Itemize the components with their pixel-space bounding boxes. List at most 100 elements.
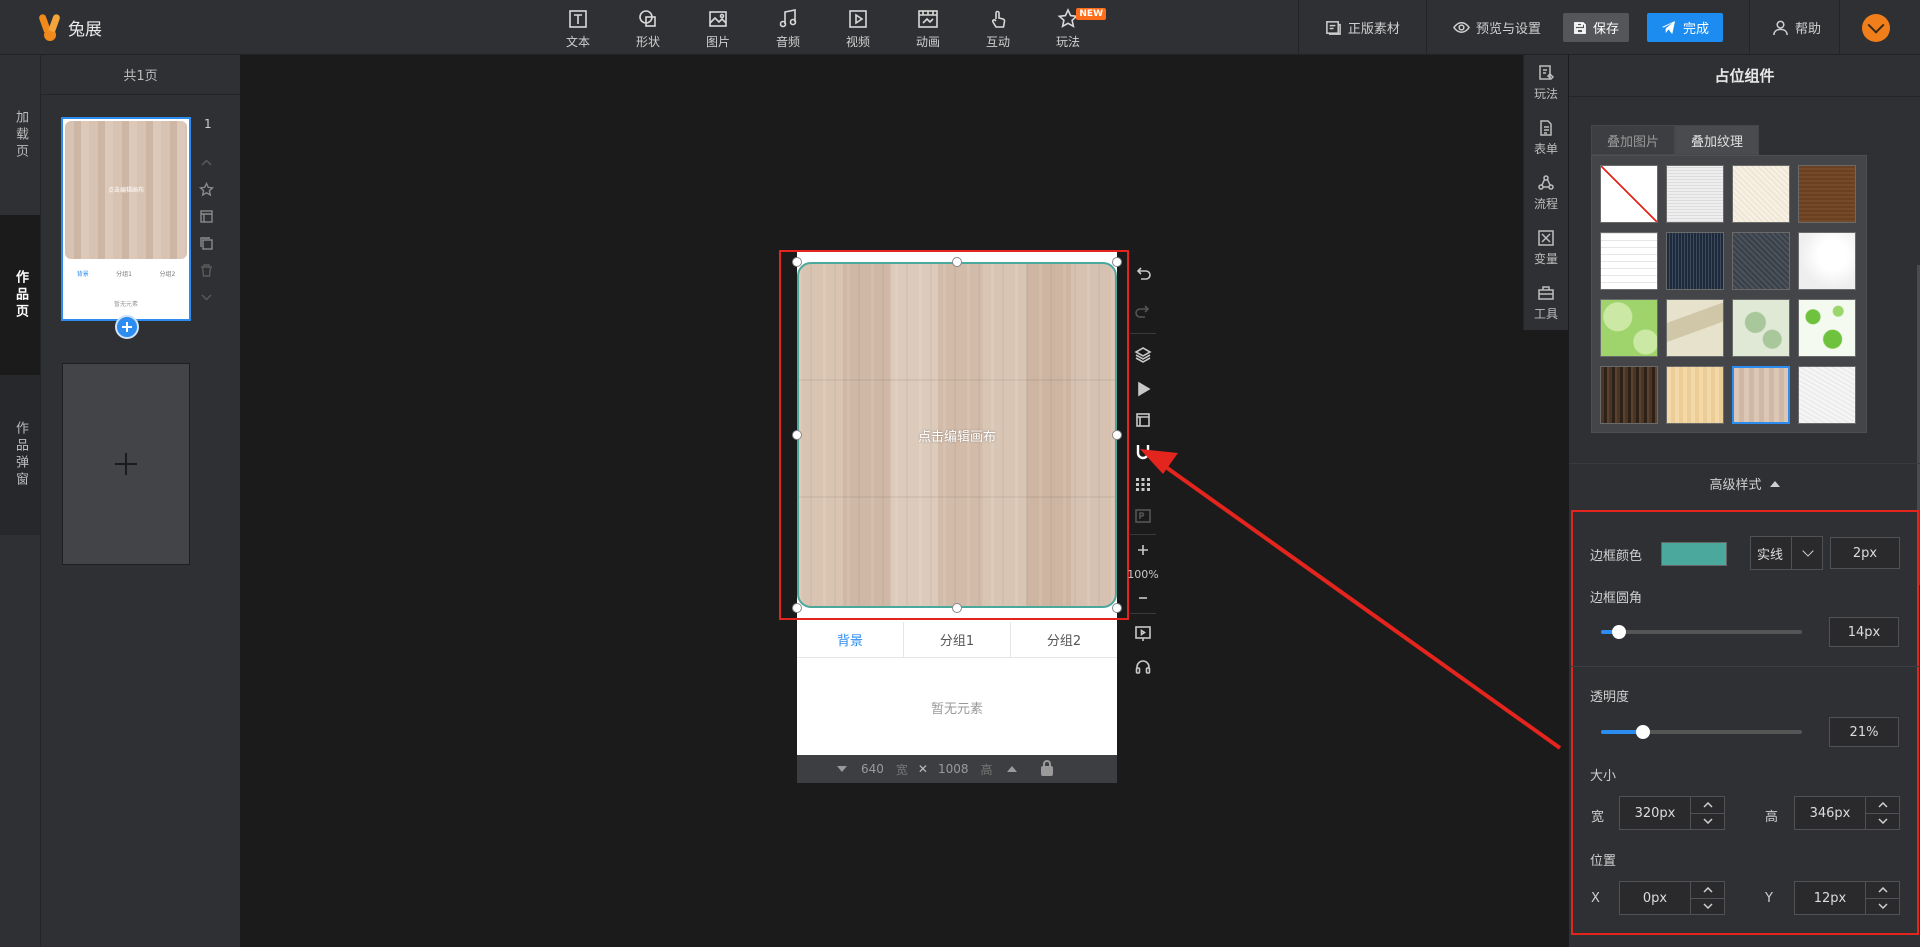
copy-page-button[interactable] <box>199 236 214 255</box>
decrement-button[interactable] <box>1866 899 1899 915</box>
tab-work-popup[interactable]: 作品弹窗 <box>0 375 40 535</box>
width-stepper[interactable]: 320px <box>1619 796 1725 830</box>
add-page-button[interactable] <box>62 363 190 565</box>
grid-button[interactable] <box>1127 468 1159 500</box>
copyright-materials-button[interactable]: 正版素材 <box>1299 0 1426 55</box>
add-page-after-button[interactable] <box>115 315 139 339</box>
zoom-in-button[interactable] <box>1127 537 1159 563</box>
border-radius-slider[interactable] <box>1601 625 1802 639</box>
tool-gameplay[interactable]: 玩法 NEW <box>1050 8 1106 50</box>
tab-loading-page[interactable]: 加载页 <box>0 55 40 215</box>
canvas-height[interactable]: 1008 <box>938 762 969 776</box>
texture-swatch[interactable] <box>1600 299 1658 357</box>
tool-shape[interactable]: 形状 <box>630 8 666 50</box>
done-button[interactable]: 完成 <box>1646 13 1723 42</box>
page-thumbnail[interactable]: 点击编辑画布 背景 分组1 分组2 暂无元素 <box>61 117 191 339</box>
move-down-button[interactable] <box>199 290 214 309</box>
texture-swatch[interactable] <box>1798 165 1856 223</box>
tutorial-icon <box>1135 626 1151 641</box>
right-side-menu: 玩法 表单 流程 变量 工具 <box>1523 55 1568 330</box>
side-gameplay[interactable]: 玩法 <box>1524 55 1568 110</box>
tab-background[interactable]: 背景 <box>797 622 904 657</box>
texture-swatch[interactable] <box>1732 165 1790 223</box>
caret-up-icon[interactable] <box>1006 766 1017 772</box>
tab-group-2[interactable]: 分组2 <box>1011 622 1117 657</box>
texture-swatch[interactable] <box>1798 232 1856 290</box>
side-flow[interactable]: 流程 <box>1524 165 1568 220</box>
caret-down-icon[interactable] <box>837 766 847 772</box>
opacity-slider[interactable] <box>1601 725 1802 739</box>
y-stepper[interactable]: 12px <box>1794 881 1900 915</box>
template-button[interactable] <box>199 209 214 228</box>
border-radius-input[interactable]: 14px <box>1829 617 1899 647</box>
tutorial-button[interactable] <box>1127 616 1159 650</box>
decrement-button[interactable] <box>1691 899 1724 915</box>
increment-button[interactable] <box>1691 882 1724 899</box>
y-value[interactable]: 12px <box>1795 882 1865 914</box>
texture-swatch[interactable] <box>1732 232 1790 290</box>
user-avatar[interactable] <box>1862 13 1890 42</box>
texture-swatch[interactable] <box>1798 366 1856 424</box>
undo-button[interactable] <box>1127 255 1159 293</box>
tool-text[interactable]: 文本 <box>560 8 596 50</box>
increment-button[interactable] <box>1866 797 1899 814</box>
zoom-out-button[interactable] <box>1127 585 1159 611</box>
texture-swatch[interactable] <box>1600 366 1658 424</box>
x-value[interactable]: 0px <box>1620 882 1690 914</box>
redo-button[interactable] <box>1127 293 1159 331</box>
height-value[interactable]: 346px <box>1795 797 1865 829</box>
texture-swatch[interactable] <box>1666 232 1724 290</box>
tab-overlay-image[interactable]: 叠加图片 <box>1591 125 1676 155</box>
texture-none[interactable] <box>1600 165 1658 223</box>
tab-overlay-texture[interactable]: 叠加纹理 <box>1675 125 1760 155</box>
x-stepper[interactable]: 0px <box>1619 881 1725 915</box>
tool-audio[interactable]: 音频 <box>770 8 806 50</box>
tool-video[interactable]: 视频 <box>840 8 876 50</box>
increment-button[interactable] <box>1866 882 1899 899</box>
side-tools[interactable]: 工具 <box>1524 275 1568 330</box>
magnet-button[interactable] <box>1127 436 1159 468</box>
decrement-button[interactable] <box>1866 814 1899 830</box>
border-style-select[interactable]: 实线 <box>1750 536 1824 570</box>
play-button[interactable] <box>1127 374 1159 404</box>
logo[interactable]: 兔展 <box>38 12 102 42</box>
frame-button[interactable] <box>1127 404 1159 436</box>
texture-swatch[interactable] <box>1666 165 1724 223</box>
increment-button[interactable] <box>1691 797 1724 814</box>
texture-swatch[interactable] <box>1600 232 1658 290</box>
tool-image[interactable]: 图片 <box>700 8 736 50</box>
move-up-button[interactable] <box>199 155 214 174</box>
help-button[interactable]: 帮助 <box>1750 0 1839 55</box>
opacity-input[interactable]: 21% <box>1829 717 1899 747</box>
side-form[interactable]: 表单 <box>1524 110 1568 165</box>
texture-swatch-selected[interactable] <box>1732 366 1790 424</box>
tab-group-1[interactable]: 分组1 <box>904 622 1011 657</box>
save-button[interactable]: 保存 <box>1562 13 1629 42</box>
texture-swatch[interactable] <box>1732 299 1790 357</box>
border-width-input[interactable]: 2px <box>1830 537 1900 569</box>
height-stepper[interactable]: 346px <box>1794 796 1900 830</box>
side-variable[interactable]: 变量 <box>1524 220 1568 275</box>
thumbnail-canvas: 点击编辑画布 <box>65 121 187 259</box>
support-button[interactable] <box>1127 650 1159 684</box>
tool-interaction[interactable]: 互动 <box>980 8 1016 50</box>
insert-tools: 文本 形状 图片 音频 视频 动画 互动 玩法 NEW <box>560 8 1106 50</box>
slider-knob[interactable] <box>1612 625 1627 639</box>
tool-animation[interactable]: 动画 <box>910 8 946 50</box>
texture-swatch[interactable] <box>1666 299 1724 357</box>
border-color-swatch[interactable] <box>1661 542 1727 566</box>
delete-page-button[interactable] <box>199 263 214 282</box>
preview-settings-button[interactable]: 预览与设置 <box>1427 0 1563 55</box>
texture-swatch[interactable] <box>1798 299 1856 357</box>
canvas-width[interactable]: 640 <box>861 762 884 776</box>
decrement-button[interactable] <box>1691 814 1724 830</box>
lock-icon[interactable] <box>1040 760 1053 776</box>
tab-work-page[interactable]: 作品页 <box>0 215 40 375</box>
texture-swatch[interactable] <box>1666 366 1724 424</box>
grid-icon <box>1136 478 1150 491</box>
layers-button[interactable] <box>1127 336 1159 374</box>
ps-button[interactable] <box>1127 500 1159 532</box>
favorite-button[interactable] <box>198 181 215 201</box>
advanced-style-toggle[interactable]: 高级样式 <box>1569 463 1920 503</box>
width-value[interactable]: 320px <box>1620 797 1690 829</box>
